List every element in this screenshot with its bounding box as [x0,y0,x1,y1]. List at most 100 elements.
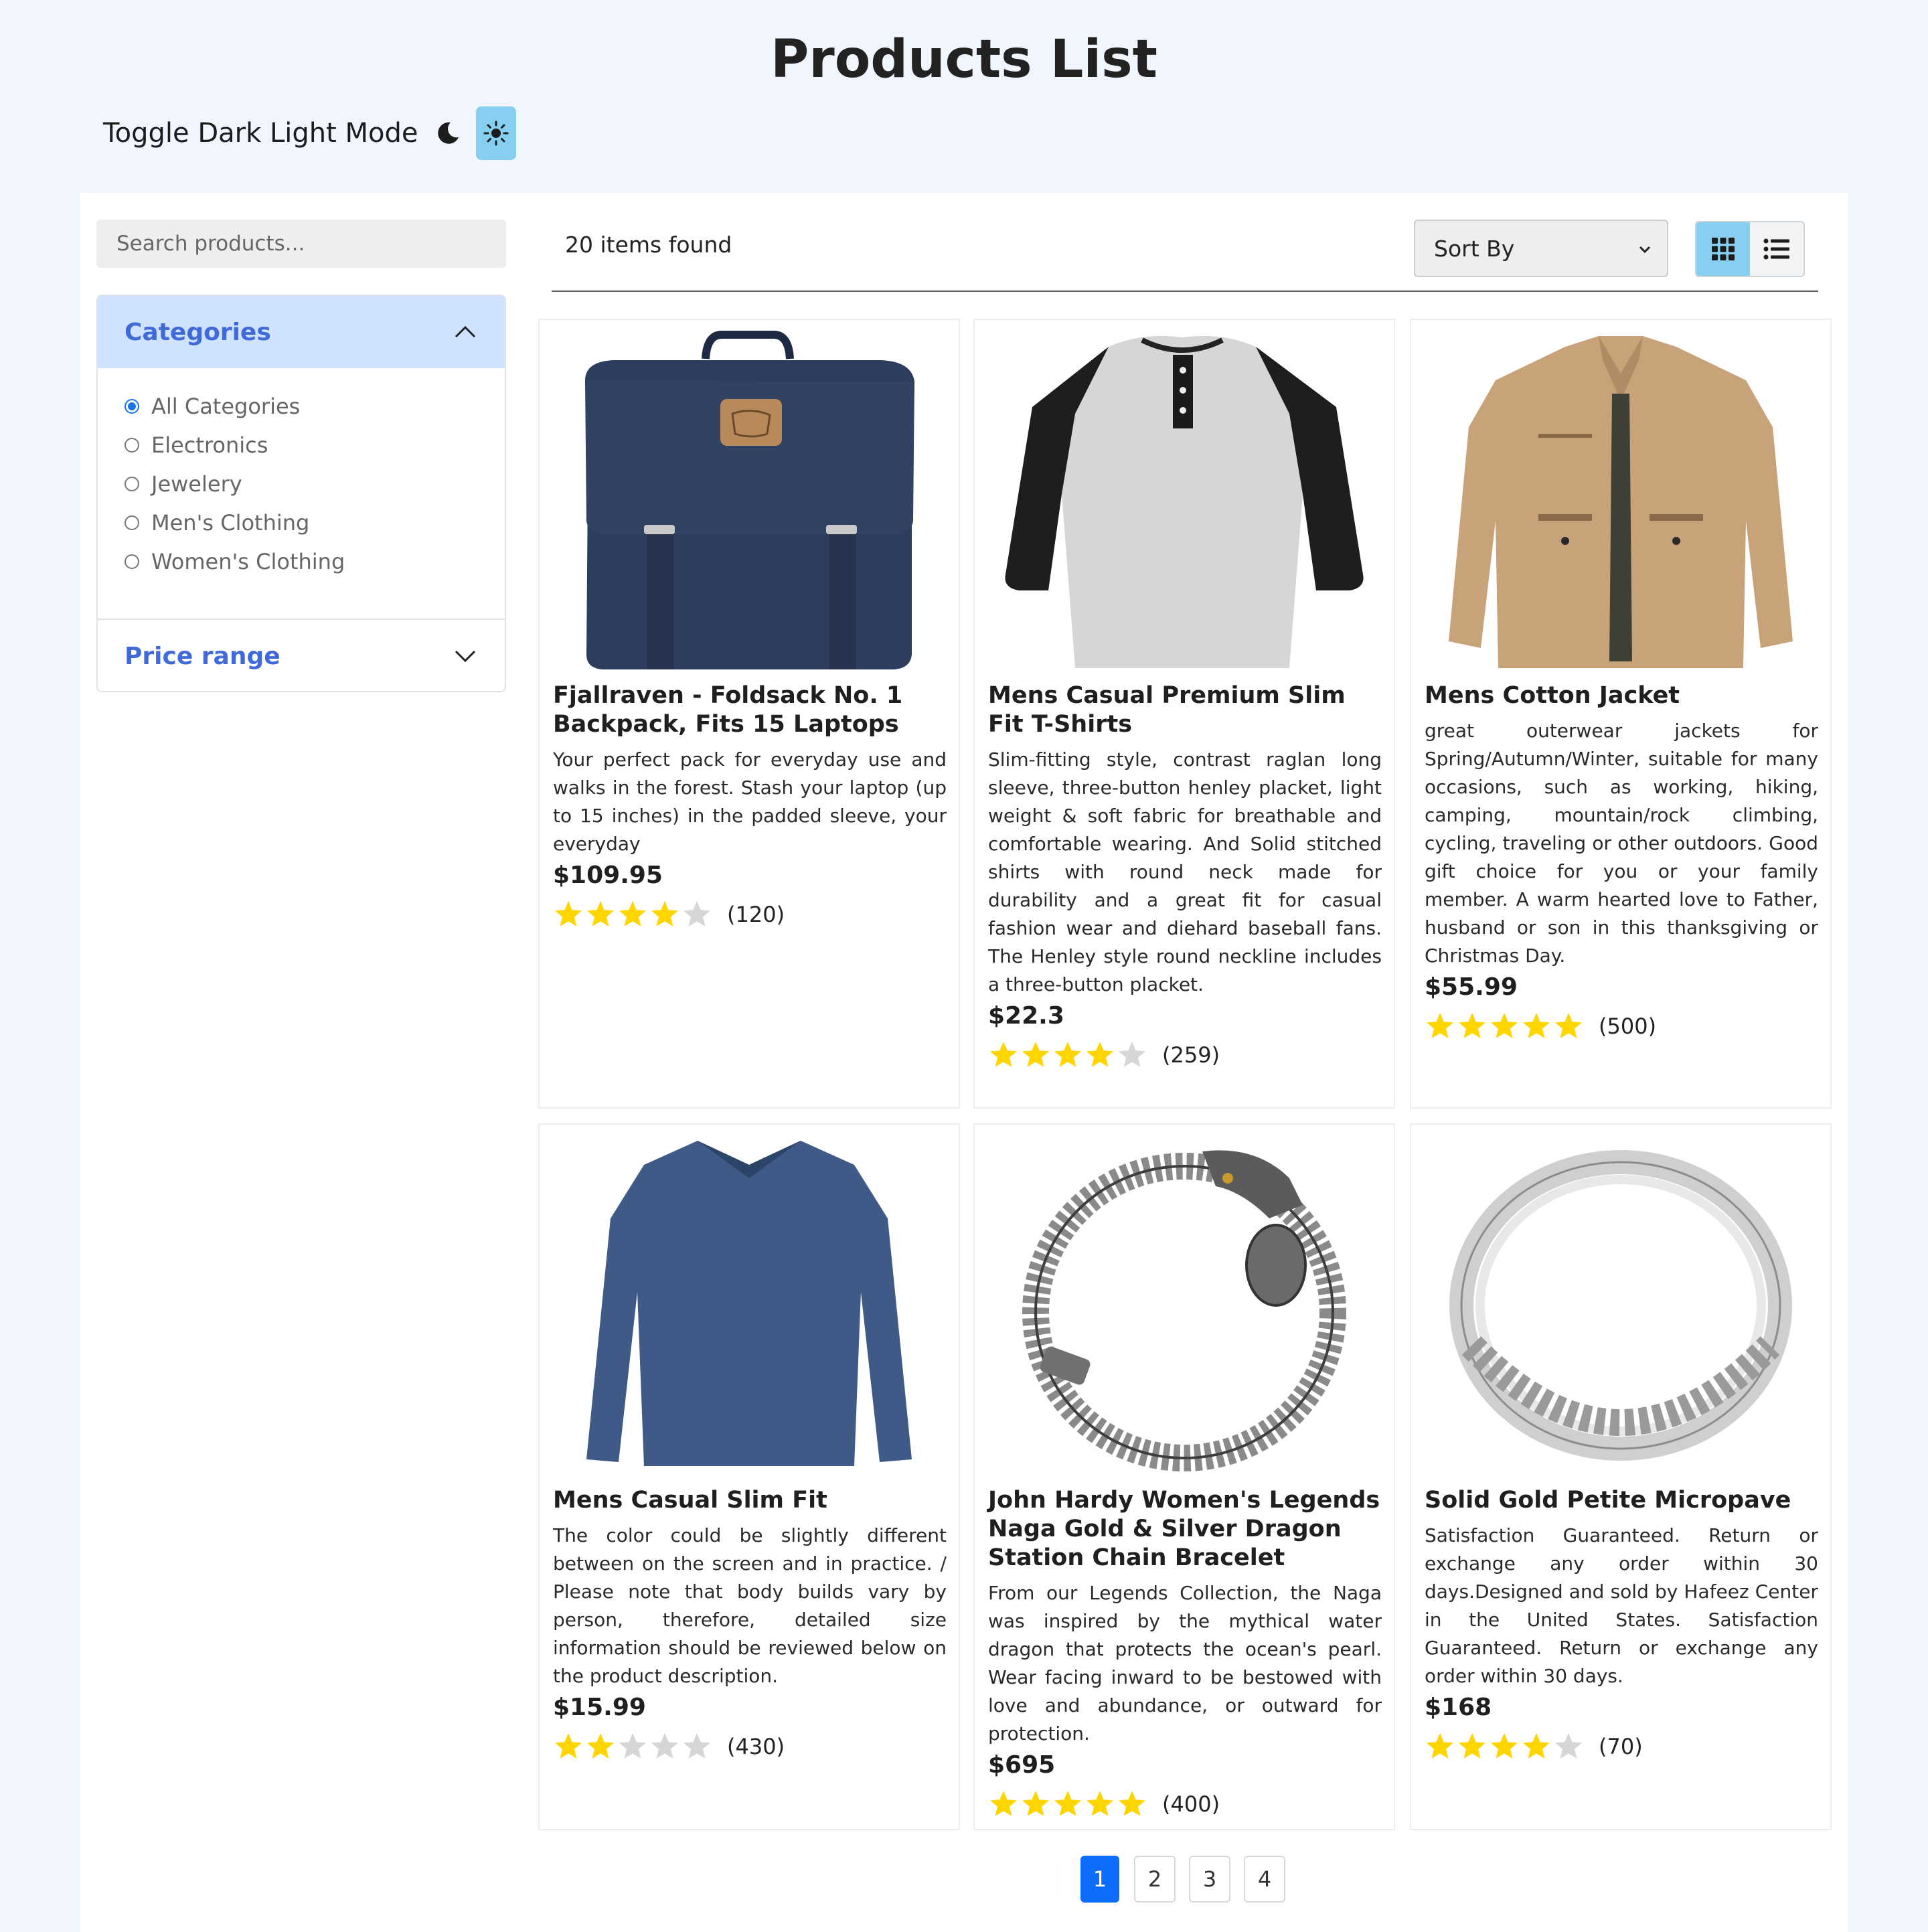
category-radio[interactable] [125,554,139,569]
grid-view-button[interactable] [1696,222,1750,276]
rating-stars [1425,1731,1585,1762]
toolbar-divider [552,291,1818,292]
product-title[interactable]: Mens Cotton Jacket [1425,681,1818,710]
star-filled-icon [1425,1731,1455,1762]
page-button-4[interactable]: 4 [1244,1856,1285,1903]
items-found-count: 20 items found [565,232,732,258]
category-option-mens-clothing[interactable]: Men's Clothing [125,503,505,542]
rating-count: (120) [727,902,785,927]
product-description: great outerwear jackets for Spring/Autum… [1425,720,1818,967]
mode-toggle-label: Toggle Dark Light Mode [103,118,418,149]
page-button-1[interactable]: 1 [1080,1856,1119,1903]
product-description: Slim-fitting style, contrast raglan long… [988,748,1382,995]
star-filled-icon [1020,1040,1051,1070]
moon-icon[interactable] [434,120,461,147]
star-empty-icon [1117,1040,1147,1070]
view-mode-toggle [1695,221,1805,277]
category-radio[interactable] [125,438,139,453]
product-rating: (500) [1425,1010,1818,1042]
star-empty-icon [617,1731,648,1762]
product-title[interactable]: Mens Casual Slim Fit [553,1486,947,1515]
star-empty-icon [681,899,712,930]
star-filled-icon [553,899,584,930]
product-card-body: John Hardy Women's Legends Naga Gold & S… [988,1486,1382,1820]
price-range-header[interactable]: Price range [98,620,505,691]
category-option-jewelery[interactable]: Jewelery [125,465,505,503]
product-image-henley-shirt[interactable] [975,320,1394,675]
product-card[interactable]: Fjallraven - Foldsack No. 1 Backpack, Fi… [538,319,960,1109]
product-image-cotton-jacket[interactable] [1411,320,1830,675]
category-label: Jewelery [151,471,242,497]
star-filled-icon [1521,1731,1552,1762]
category-option-electronics[interactable]: Electronics [125,426,505,465]
product-rating: (400) [988,1788,1382,1820]
product-title[interactable]: John Hardy Women's Legends Naga Gold & S… [988,1486,1382,1573]
page-button-3[interactable]: 3 [1189,1856,1230,1903]
star-empty-icon [649,1731,680,1762]
search-input[interactable] [96,220,506,268]
category-radio[interactable] [125,477,139,491]
list-view-button[interactable] [1750,222,1803,276]
sort-select[interactable]: Sort By [1414,220,1668,277]
light-mode-button[interactable] [475,106,516,160]
star-filled-icon [553,1731,584,1762]
category-label: Men's Clothing [151,510,310,536]
product-image-micropave-ring[interactable] [1411,1125,1830,1479]
product-card[interactable]: Mens Casual Slim Fit The color could be … [538,1123,960,1830]
category-option-all[interactable]: All Categories [125,387,505,426]
product-card-body: Fjallraven - Foldsack No. 1 Backpack, Fi… [553,681,947,931]
categories-header[interactable]: Categories [98,296,505,368]
product-image-long-sleeve-shirt[interactable] [540,1125,959,1479]
product-title[interactable]: Mens Casual Premium Slim Fit T-Shirts [988,681,1382,739]
product-price: $15.99 [553,1694,646,1721]
product-rating: (70) [1425,1730,1818,1763]
product-image-backpack[interactable] [540,320,959,675]
star-filled-icon [1489,1731,1520,1762]
select-caret-icon [1637,236,1652,262]
star-empty-icon [681,1731,712,1762]
product-card[interactable]: Mens Casual Premium Slim Fit T-Shirts Sl… [973,319,1395,1109]
star-filled-icon [988,1789,1019,1820]
sun-icon [483,120,508,146]
product-card[interactable]: John Hardy Women's Legends Naga Gold & S… [973,1123,1395,1830]
product-price: $168 [1425,1694,1492,1721]
star-filled-icon [1521,1011,1552,1042]
filter-accordion: Categories All Categories Electronics Je… [96,295,506,692]
star-filled-icon [1457,1011,1488,1042]
product-image-dragon-bracelet[interactable] [975,1125,1394,1479]
category-label: Women's Clothing [151,549,345,574]
product-price: $695 [988,1751,1056,1779]
chevron-up-icon [453,319,478,345]
category-option-womens-clothing[interactable]: Women's Clothing [125,542,505,581]
rating-count: (400) [1162,1791,1220,1817]
page-button-2[interactable]: 2 [1134,1856,1176,1903]
category-radio[interactable] [125,399,139,414]
product-price: $55.99 [1425,973,1518,1001]
category-label: Electronics [151,432,268,458]
categories-list: All Categories Electronics Jewelery Men'… [98,368,505,620]
grid-icon [1712,238,1735,260]
product-card[interactable]: Mens Cotton Jacket great outerwear jacke… [1410,319,1832,1109]
star-empty-icon [1553,1731,1584,1762]
rating-stars [553,899,714,930]
product-rating: (430) [553,1730,947,1763]
product-rating: (120) [553,898,947,931]
category-radio[interactable] [125,515,139,530]
product-title[interactable]: Fjallraven - Foldsack No. 1 Backpack, Fi… [553,681,947,739]
star-filled-icon [1084,1789,1115,1820]
product-description: The color could be slightly different be… [553,1524,947,1687]
star-filled-icon [1052,1789,1083,1820]
star-filled-icon [1084,1040,1115,1070]
star-filled-icon [1020,1789,1051,1820]
product-title[interactable]: Solid Gold Petite Micropave [1425,1486,1818,1515]
rating-stars [553,1731,714,1762]
star-filled-icon [1052,1040,1083,1070]
star-filled-icon [585,899,616,930]
rating-count: (500) [1599,1014,1657,1039]
rating-stars [1425,1011,1585,1042]
chevron-down-icon [453,643,478,669]
product-card-body: Solid Gold Petite Micropave Satisfaction… [1425,1486,1818,1763]
categories-title: Categories [125,318,271,346]
star-filled-icon [1457,1731,1488,1762]
product-card[interactable]: Solid Gold Petite Micropave Satisfaction… [1410,1123,1832,1830]
